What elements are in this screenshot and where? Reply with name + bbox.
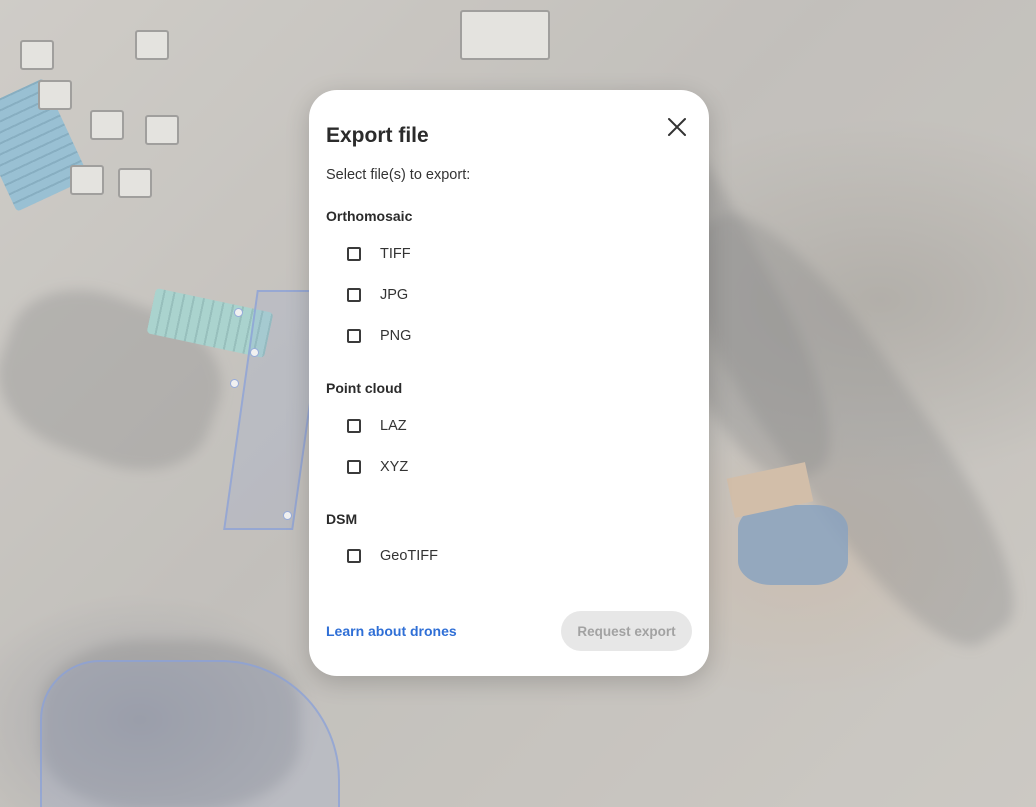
option-jpg[interactable]: JPG: [347, 283, 408, 307]
option-xyz[interactable]: XYZ: [347, 455, 408, 479]
checkbox-geotiff[interactable]: [347, 549, 361, 563]
checkbox-png[interactable]: [347, 329, 361, 343]
group-label-dsm: DSM: [326, 511, 358, 527]
close-button[interactable]: [662, 112, 692, 142]
checkbox-xyz[interactable]: [347, 460, 361, 474]
option-laz[interactable]: LAZ: [347, 414, 407, 438]
dialog-subtitle: Select file(s) to export:: [326, 167, 471, 183]
close-icon: [668, 118, 686, 136]
request-export-button[interactable]: Request export: [561, 611, 692, 651]
checkbox-tiff[interactable]: [347, 247, 361, 261]
export-file-dialog: Export file Select file(s) to export: Or…: [309, 90, 709, 676]
option-tiff[interactable]: TIFF: [347, 242, 411, 266]
option-label: TIFF: [380, 246, 411, 262]
option-label: PNG: [380, 328, 412, 344]
learn-about-drones-link[interactable]: Learn about drones: [326, 623, 457, 639]
checkbox-jpg[interactable]: [347, 288, 361, 302]
option-label: GeoTIFF: [380, 548, 439, 564]
option-png[interactable]: PNG: [347, 324, 411, 348]
checkbox-laz[interactable]: [347, 419, 361, 433]
group-label-point-cloud: Point cloud: [326, 380, 403, 396]
dialog-title: Export file: [326, 124, 429, 147]
option-label: JPG: [380, 287, 409, 303]
option-label: XYZ: [380, 459, 409, 475]
option-label: LAZ: [380, 418, 407, 434]
option-geotiff[interactable]: GeoTIFF: [347, 544, 438, 568]
group-label-orthomosaic: Orthomosaic: [326, 208, 413, 224]
